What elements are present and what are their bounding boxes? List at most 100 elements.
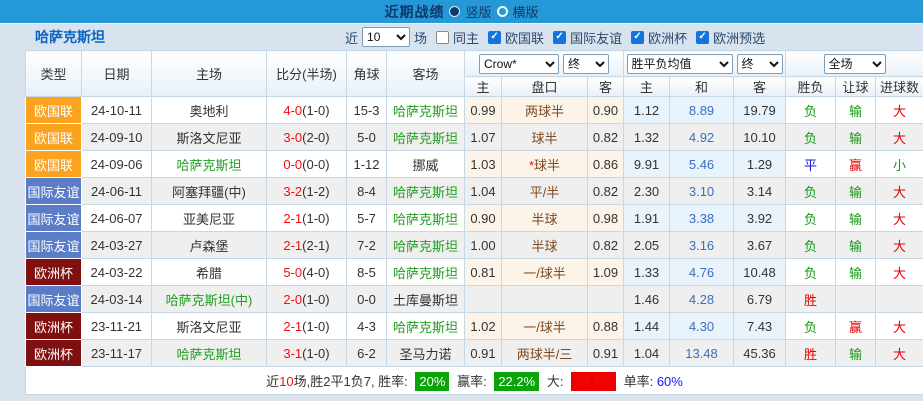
corners-cell: 6-2 [346,339,387,367]
euro-qualifier-checkbox[interactable]: ✓ [696,30,710,44]
home-team-cell: 哈萨克斯坦 [151,339,267,367]
away-odds-cell: 1.09 [586,258,625,286]
home-odds-cell: 1.02 [464,312,502,340]
goals-cell: 大 [875,312,923,340]
home-odds-cell: 0.90 [464,204,502,232]
same-home-label[interactable]: 同主 [453,28,479,47]
avg-group-header: 胜平负均值 终 [623,50,787,77]
summary-record: 场,胜2平1负7, 胜率: [293,373,408,389]
big-rate-badge: 88.8% [571,371,616,391]
win-odds-badge: 22.2% [494,371,540,391]
date-cell: 24-06-11 [81,177,152,205]
match-scope-select[interactable]: 全场 [823,53,886,74]
half-time-score: (0-0) [302,156,330,172]
half-time-score: (1-0) [302,210,330,226]
summary-count: 10 [279,373,294,389]
odds-state-select[interactable]: 终 [563,53,609,74]
competition-cell: 欧洲杯 [25,258,82,286]
friendly-label[interactable]: 国际友谊 [570,28,622,47]
same-home-checkbox[interactable] [436,30,450,44]
avg-state-select[interactable]: 终 [736,53,783,74]
recent-count-select[interactable]: 10 [362,27,411,47]
home-team-cell: 哈萨克斯坦 [151,150,267,178]
subheader-handicap-result: 让球 [835,76,877,97]
avg-home-cell: 1.44 [623,312,671,340]
nations-league-checkbox[interactable]: ✓ [488,30,502,44]
win-rate-badge: 20% [415,371,450,391]
live-odds-marker: * [528,157,535,173]
away-odds-cell: 0.86 [586,150,625,178]
result-cell: 负 [785,177,837,205]
half-time-score: (2-1) [302,237,330,253]
euro-qualifier-label[interactable]: 欧洲预选 [713,28,765,47]
result-cell: 平 [785,150,837,178]
avg-home-cell: 1.91 [623,204,671,232]
nations-league-label[interactable]: 欧国联 [505,28,544,47]
result-cell: 负 [785,204,837,232]
goals-cell [875,285,923,313]
score-cell: 2-1(1-0) [266,204,347,232]
goals-cell: 大 [875,204,923,232]
handicap-cell: 两球半/三 [501,339,588,367]
corners-cell: 0-0 [346,285,387,313]
competition-cell: 欧洲杯 [25,339,82,367]
match-row-body: 欧国联 24-10-11 奥地利 4-0(1-0) 15-3 哈萨克斯坦 0.99 两球半 0.… [25,96,923,367]
bookmaker-select[interactable]: Crow* [479,53,559,74]
summary-prefix: 近 [266,373,280,389]
match-row: 欧洲杯 23-11-17 哈萨克斯坦 3-1(1-0) 6-2 圣马力诺 0.91 两球半/三… [25,339,923,367]
home-team-cell: 斯洛文尼亚 [151,123,267,151]
avg-draw-cell: 4.76 [669,258,735,286]
home-odds-cell: 1.07 [464,123,502,151]
date-cell: 24-03-22 [81,258,152,286]
date-cell: 24-09-10 [81,123,152,151]
big-label: 大: [546,373,564,389]
match-row: 国际友谊 24-06-07 亚美尼亚 2-1(1-0) 5-7 哈萨克斯坦 0.90 半球 0.… [25,204,923,232]
avg-away-cell: 10.10 [733,123,787,151]
home-odds-cell: 1.03 [464,150,502,178]
home-team-cell: 卢森堡 [151,231,267,259]
summary-cell: 近10场,胜2平1负7, 胜率: 20% 赢率: 22.2% 大: 88.8% … [24,366,923,395]
summary-row: 近10场,胜2平1负7, 胜率: 20% 赢率: 22.2% 大: 88.8% … [24,366,923,395]
date-cell: 24-06-07 [81,204,152,232]
avg-home-cell: 1.46 [623,285,671,313]
corners-cell: 4-3 [346,312,387,340]
away-odds-cell: 0.82 [586,177,625,205]
competition-cell: 欧国联 [25,123,82,151]
match-row: 欧洲杯 24-03-22 希腊 5-0(4-0) 8-5 哈萨克斯坦 0.81 一/球半 1.0… [25,258,923,286]
away-odds-cell: 0.82 [586,231,625,259]
handicap-cell: 半球 [501,204,588,232]
subheader-avg-away: 客 [733,76,787,97]
vertical-layout-radio[interactable] [449,6,461,17]
friendly-checkbox[interactable]: ✓ [553,30,567,44]
home-team-cell: 哈萨克斯坦(中) [151,285,267,313]
goals-cell: 大 [875,258,923,286]
euro-cup-checkbox[interactable]: ✓ [631,30,645,44]
match-row: 欧国联 24-09-10 斯洛文尼亚 3-0(2-0) 5-0 哈萨克斯坦 1.07 球半 0.… [25,123,923,151]
recent-label: 近 [345,30,359,46]
avg-away-cell: 7.43 [733,312,787,340]
avg-odds-select[interactable]: 胜平负均值 [626,53,733,74]
full-time-score: 3-0 [283,129,303,145]
home-odds-cell [464,285,502,313]
half-time-score: (1-0) [302,318,330,334]
date-cell: 24-03-27 [81,231,152,259]
goals-cell: 小 [875,150,923,178]
subheader-odds-away: 客 [586,76,625,97]
match-row: 欧国联 24-09-06 哈萨克斯坦 0-0(0-0) 1-12 挪威 1.03 *球半 0.8… [25,150,923,178]
avg-draw-cell: 4.28 [669,285,735,313]
away-odds-cell: 0.98 [586,204,625,232]
single-rate-value: 60% [656,373,683,389]
recent-results-table: 类型 日期 主场 比分(半场) 角球 客场 Crow* 终 胜平负均值 终 全场… [24,50,923,395]
filter-bar: 哈萨克斯坦 近 10 场 同主 ✓ 欧国联 ✓ 国际友谊 ✓ 欧洲杯 ✓ 欧洲预… [0,23,923,50]
competition-cell: 国际友谊 [25,177,82,205]
euro-cup-label[interactable]: 欧洲杯 [648,28,687,47]
vertical-layout-label[interactable]: 竖版 [465,2,491,21]
horizontal-layout-radio[interactable] [496,6,508,17]
avg-home-cell: 1.32 [623,123,671,151]
home-odds-cell: 1.04 [464,177,502,205]
away-odds-cell [586,285,625,313]
result-cell: 胜 [785,285,837,313]
home-team-cell: 亚美尼亚 [151,204,267,232]
horizontal-layout-label[interactable]: 横版 [513,2,539,21]
home-team-cell: 希腊 [151,258,267,286]
